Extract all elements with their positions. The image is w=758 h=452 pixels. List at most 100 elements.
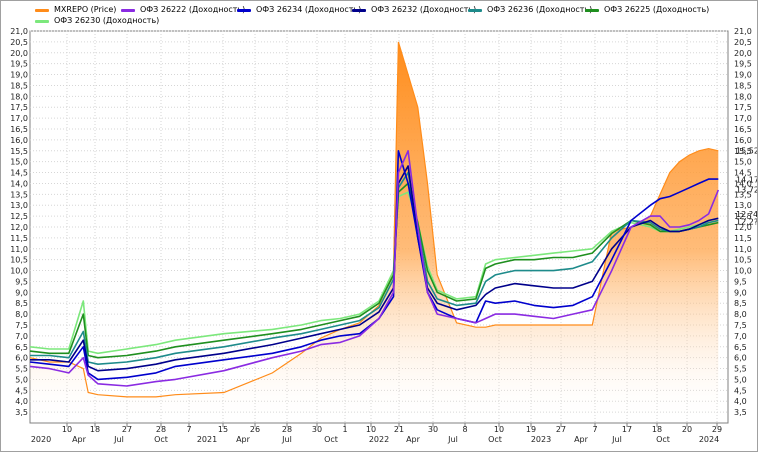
x-day-tick-label: 17 [622,425,632,434]
y-tick-label-left: 5,5 [15,365,28,374]
x-month-tick-label: Jul [611,435,622,444]
y-tick-label-left: 18,5 [10,81,28,90]
x-month-tick-label: Oct [488,435,502,444]
x-day-tick-label: 10 [366,425,376,434]
y-tick-label-left: 5,0 [15,375,28,384]
y-tick-label-right: 4,5 [734,386,747,395]
x-month-tick-label: Apr [406,435,421,444]
y-tick-label-right: 16,5 [734,125,752,134]
y-tick-label-right: 20,5 [734,38,752,47]
x-day-tick-label: 19 [526,425,536,434]
left-y-axis: 21,0 20,5 20,0 19,5 19,018,5 18,0 17,5 17,0 16,5… [10,27,28,417]
x-day-tick-label: 28 [282,425,292,434]
y-tick-label-right: 19,0 [734,71,752,80]
y-tick-label-left: 13,0 [10,201,28,210]
y-tick-label-right: 5,5 [734,365,747,374]
x-day-tick-label: 20 [682,425,692,434]
x-day-tick-label: 27 [122,425,132,434]
y-tick-label-left: 6,0 [15,354,28,363]
y-tick-label-right: 8,5 [734,299,747,308]
x-month-tick-label: Oct [656,435,670,444]
x-month-tick-label: 2021 [197,435,217,444]
y-tick-label-right: 8,0 [734,310,747,319]
y-tick-label-right: 17,5 [734,103,752,112]
y-tick-label-left: 19,0 [10,71,28,80]
y-tick-label-left: 9,5 [15,277,28,286]
y-tick-label-right: 7,0 [734,332,747,341]
y-tick-label-left: 16,0 [10,136,28,145]
line-chart: 21,020,520,019,519,018,518,017,517,016,5… [10,27,757,444]
y-tick-label-left: 9,0 [15,288,28,297]
y-tick-label-right: 18,0 [734,92,752,101]
y-tick-label-left: 12,5 [10,212,28,221]
y-tick-label-left: 18,0 [10,92,28,101]
y-tick-label-left: 12,0 [10,223,28,232]
last-value-label: 13,72 [736,186,757,195]
y-tick-label-right: 15,0 [734,158,752,167]
last-value-label: 15,52 [736,146,757,155]
y-tick-label-left: 3,5 [15,408,28,417]
y-tick-label-left: 19,5 [10,60,28,69]
y-tick-label-right: 9,0 [734,288,747,297]
y-tick-label-right: 5,0 [734,375,747,384]
x-day-tick-label: 27 [556,425,566,434]
x-day-tick-label: 30 [428,425,438,434]
y-tick-label-left: 11,5 [10,234,28,243]
y-tick-label-left: 10,5 [10,256,28,265]
y-tick-label-left: 8,5 [15,299,28,308]
x-month-tick-label: 2023 [531,435,551,444]
y-tick-label-left: 13,5 [10,190,28,199]
x-day-tick-label: 18 [90,425,100,434]
x-day-tick-label: 8 [462,425,467,434]
y-tick-label-left: 20,5 [10,38,28,47]
y-tick-label-right: 19,5 [734,60,752,69]
y-tick-label-right: 16,0 [734,136,752,145]
y-tick-label-right: 10,5 [734,256,752,265]
x-day-tick-label: 21 [394,425,404,434]
last-value-label: 12,2? [736,218,757,227]
y-tick-label-left: 6,5 [15,343,28,352]
y-tick-label-right: 6,0 [734,354,747,363]
y-tick-label-left: 10,0 [10,267,28,276]
y-tick-label-right: 10,0 [734,267,752,276]
x-day-tick-label: 10 [494,425,504,434]
x-axis: 10 18 27 28 7 15 26 28 30 1 10 21 30 8 10 19 27 7 17 18 20 29… [31,423,722,444]
y-tick-label-right: 21,0 [734,27,752,36]
y-tick-label-left: 14,0 [10,179,28,188]
y-tick-label-left: 21,0 [10,27,28,36]
x-month-tick-label: Apr [574,435,589,444]
y-tick-label-left: 11,0 [10,245,28,254]
x-month-tick-label: 2022 [369,435,389,444]
x-day-tick-label: 7 [592,425,597,434]
y-tick-label-right: 7,5 [734,321,747,330]
x-day-tick-label: 30 [312,425,322,434]
y-tick-label-left: 17,5 [10,103,28,112]
x-day-tick-label: 26 [250,425,260,434]
x-day-tick-label: 10 [62,425,72,434]
y-tick-label-right: 17,0 [734,114,752,123]
y-tick-label-left: 15,0 [10,158,28,167]
x-month-tick-label: 2020 [31,435,51,444]
x-month-tick-label: 2024 [699,435,719,444]
last-value-label: 14,17 [736,176,757,185]
y-tick-label-right: 20,0 [734,49,752,58]
y-tick-label-left: 16,5 [10,125,28,134]
y-tick-label-right: 3,5 [734,408,747,417]
x-day-tick-label: 15 [218,425,228,434]
x-day-tick-label: 28 [156,425,166,434]
y-tick-label-left: 14,5 [10,169,28,178]
y-tick-label-left: 7,0 [15,332,28,341]
x-month-tick-label: Oct [324,435,338,444]
y-tick-label-right: 11,0 [734,245,752,254]
x-month-tick-label: Jul [113,435,124,444]
chart-frame: MXREPO (Price) ОФЗ 26222 (Доходность) ОФЗ … [0,0,758,452]
y-tick-label-right: 6,5 [734,343,747,352]
y-tick-label-left: 8,0 [15,310,28,319]
x-day-tick-label: 29 [712,425,722,434]
y-tick-label-left: 17,0 [10,114,28,123]
x-month-tick-label: Jul [281,435,292,444]
y-tick-label-right: 11,5 [734,234,752,243]
y-tick-label-left: 20,0 [10,49,28,58]
y-tick-label-right: 9,5 [734,277,747,286]
y-tick-label-right: 18,5 [734,81,752,90]
